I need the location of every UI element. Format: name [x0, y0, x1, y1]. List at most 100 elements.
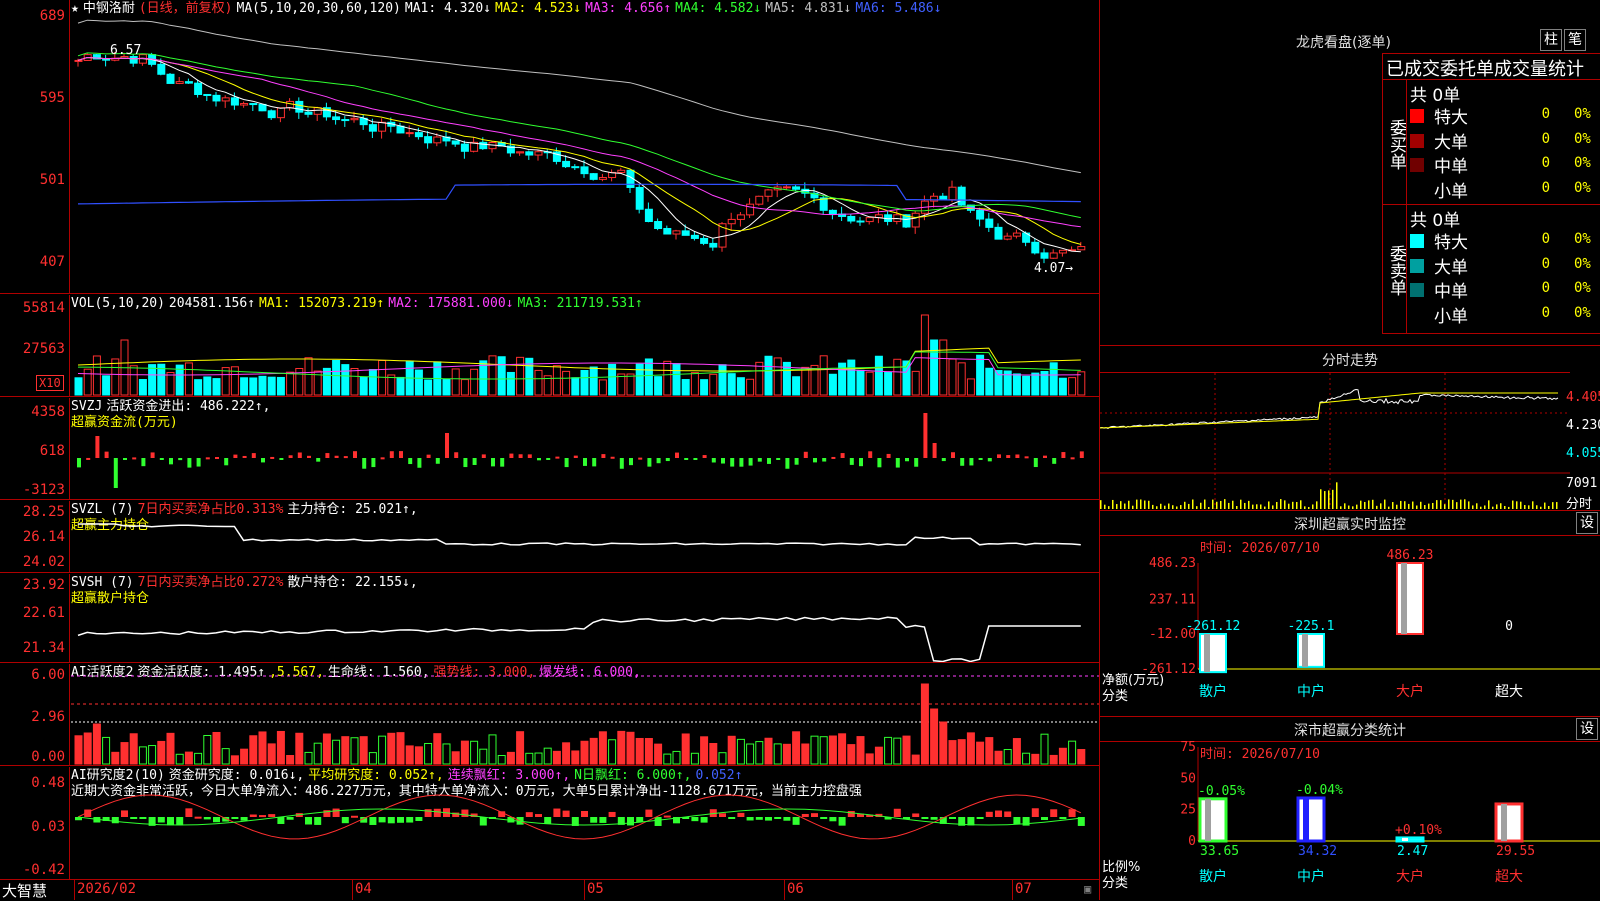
svsh-chart[interactable]: [71, 574, 1100, 662]
flow-bar: [481, 454, 486, 458]
flow-bar: [491, 458, 495, 467]
flow-bar: [472, 458, 477, 465]
monitor-bar-label: 486.23: [1387, 548, 1434, 563]
activity-bar: [157, 740, 166, 765]
volume-bar: [451, 368, 460, 396]
ma-line: [77, 52, 1081, 219]
volume-panel[interactable]: 55814 27563 X10 VOL(5,10,20) 204581.156↑ M…: [0, 295, 1100, 397]
flow-bar: [261, 458, 265, 463]
kline-panel[interactable]: 689 595 501 407 ★ 中钢洛耐 (日线，前复权) MA(5,10,20,…: [0, 0, 1100, 294]
research-bar: [406, 817, 414, 823]
intraday-vol-bar: [1356, 504, 1358, 509]
monitor-category: 中户: [1297, 683, 1325, 700]
sz-class-panel[interactable]: 深市超赢分类统计 设 时间: 2026/07/10 75 50 25 0 -0.05% 3…: [1100, 716, 1600, 900]
kline-chart[interactable]: [71, 18, 1100, 293]
research-bar: [286, 817, 294, 820]
research-bar: [176, 817, 184, 826]
flow-bar: [132, 457, 137, 460]
intraday-chart[interactable]: [1100, 373, 1570, 509]
candle-body: [175, 81, 184, 84]
candle-body: [598, 177, 607, 180]
volume-bar: [470, 368, 479, 396]
volume-bar: [773, 357, 782, 396]
vol-unit-badge: X10: [36, 375, 64, 391]
svzj-ytick: -3123: [22, 482, 65, 498]
volume-bar: [617, 373, 626, 396]
intraday-vol-bar: [1220, 500, 1222, 509]
ai1-chart[interactable]: [71, 664, 1100, 765]
ai-activity-panel[interactable]: 6.00 2.96 0.00 AI活跃度2 资金活跃度: 1.495↑ ,5.567…: [0, 664, 1100, 766]
class-change-label: +0.10%: [1395, 823, 1442, 838]
candle-body: [194, 82, 203, 95]
intraday-vol-bar: [1460, 499, 1462, 509]
monitor-bar: [1396, 562, 1424, 635]
flow-bar: [187, 458, 192, 468]
period-label[interactable]: (日线，前复权): [139, 1, 233, 16]
ma-line: [77, 56, 1081, 245]
candle-body: [249, 103, 258, 106]
research-bar: [544, 817, 552, 825]
intraday-panel[interactable]: 分时走势 4.405 4.230 4.055 7091 分时: [1100, 345, 1600, 512]
lock-icon[interactable]: ▣: [1084, 882, 1091, 896]
tick-mode-button[interactable]: 笔: [1564, 29, 1586, 51]
activity-bar: [368, 752, 377, 765]
activity-bar: [433, 733, 442, 765]
activity-bar: [387, 732, 396, 765]
intraday-vol-bar: [1540, 506, 1542, 509]
vol-chart[interactable]: [71, 295, 1100, 396]
sz-monitor-panel[interactable]: 深圳超赢实时监控 设 时间: 2026/07/10 486.23 237.11 -1…: [1100, 510, 1600, 716]
kline-ytick: 407: [39, 254, 65, 270]
flow-bar: [665, 458, 670, 462]
flow-bar: [454, 452, 459, 458]
intraday-vol-bar: [1328, 490, 1330, 509]
time-axis[interactable]: 大智慧 2026/02 04 05 06 07 ▣: [0, 880, 1100, 900]
intraday-vol-bar: [1412, 501, 1414, 509]
intraday-vol-bar: [1432, 502, 1434, 509]
stock-name[interactable]: 中钢洛耐: [83, 1, 135, 16]
candle-body: [746, 203, 755, 216]
svzl-panel[interactable]: 28.25 26.14 24.02 SVZL (7) 7日内买卖净占比0.313%…: [0, 501, 1100, 573]
research-bar: [553, 808, 561, 817]
flow-bar: [849, 458, 854, 465]
volume-bar: [819, 355, 828, 396]
research-bar: [1004, 811, 1012, 817]
research-bar: [921, 817, 929, 819]
activity-bar: [957, 739, 966, 765]
candle-body: [1077, 246, 1086, 251]
activity-bar: [286, 755, 295, 765]
volume-bar: [488, 355, 497, 396]
activity-bar: [138, 746, 147, 765]
candle-body: [994, 226, 1003, 240]
ai-research-panel[interactable]: 0.48 0.03 -0.42 AI研究度2(10) 资金研究度: 0.016↓,…: [0, 767, 1100, 880]
flow-bar: [113, 458, 118, 488]
activity-bar: [976, 741, 985, 765]
activity-bar: [442, 743, 451, 765]
svzl-yaxis: 28.25 26.14 24.02: [0, 501, 70, 572]
intraday-vol-bar: [1232, 500, 1234, 509]
volume-bar: [322, 367, 331, 396]
flow-bar: [205, 457, 210, 460]
intraday-vol-bar: [1344, 503, 1346, 509]
row-value: 0: [1541, 255, 1550, 272]
flow-bar: [951, 452, 955, 458]
flow-bar: [123, 458, 127, 460]
row-name: 小单: [1434, 181, 1468, 202]
row-name: 大单: [1434, 132, 1468, 153]
class-bar-shade: [1205, 798, 1211, 841]
activity-bar: [654, 743, 663, 765]
intraday-vol-bar: [1160, 503, 1162, 509]
svsh-panel[interactable]: 23.92 22.61 21.34 SVSH (7) 7日内买卖净占比0.272%…: [0, 574, 1100, 663]
row-value: 0: [1541, 304, 1550, 321]
ai2-chart[interactable]: [71, 767, 1100, 879]
svzl-chart[interactable]: [71, 501, 1100, 572]
bar-mode-button[interactable]: 柱: [1540, 29, 1562, 51]
star-icon: ★: [71, 1, 79, 16]
sz-monitor-chart[interactable]: 486.23237.11-12.00-261.12-261.12散户-225.1…: [1100, 511, 1600, 717]
svzj-chart[interactable]: [71, 398, 1100, 499]
sz-class-ytick: 50: [1180, 771, 1196, 786]
flow-bar: [932, 443, 937, 458]
row-percent: 0%: [1574, 255, 1591, 272]
flow-bar: [895, 458, 900, 468]
svzj-panel[interactable]: 4358 618 -3123 SVZJ 活跃资金进出: 486.222↑, 超赢资金…: [0, 398, 1100, 500]
sz-class-chart[interactable]: 75 50 25 0 -0.05% 33.65 散户 -0.04% 34.32 中户 +0.10% 2…: [1100, 717, 1600, 901]
